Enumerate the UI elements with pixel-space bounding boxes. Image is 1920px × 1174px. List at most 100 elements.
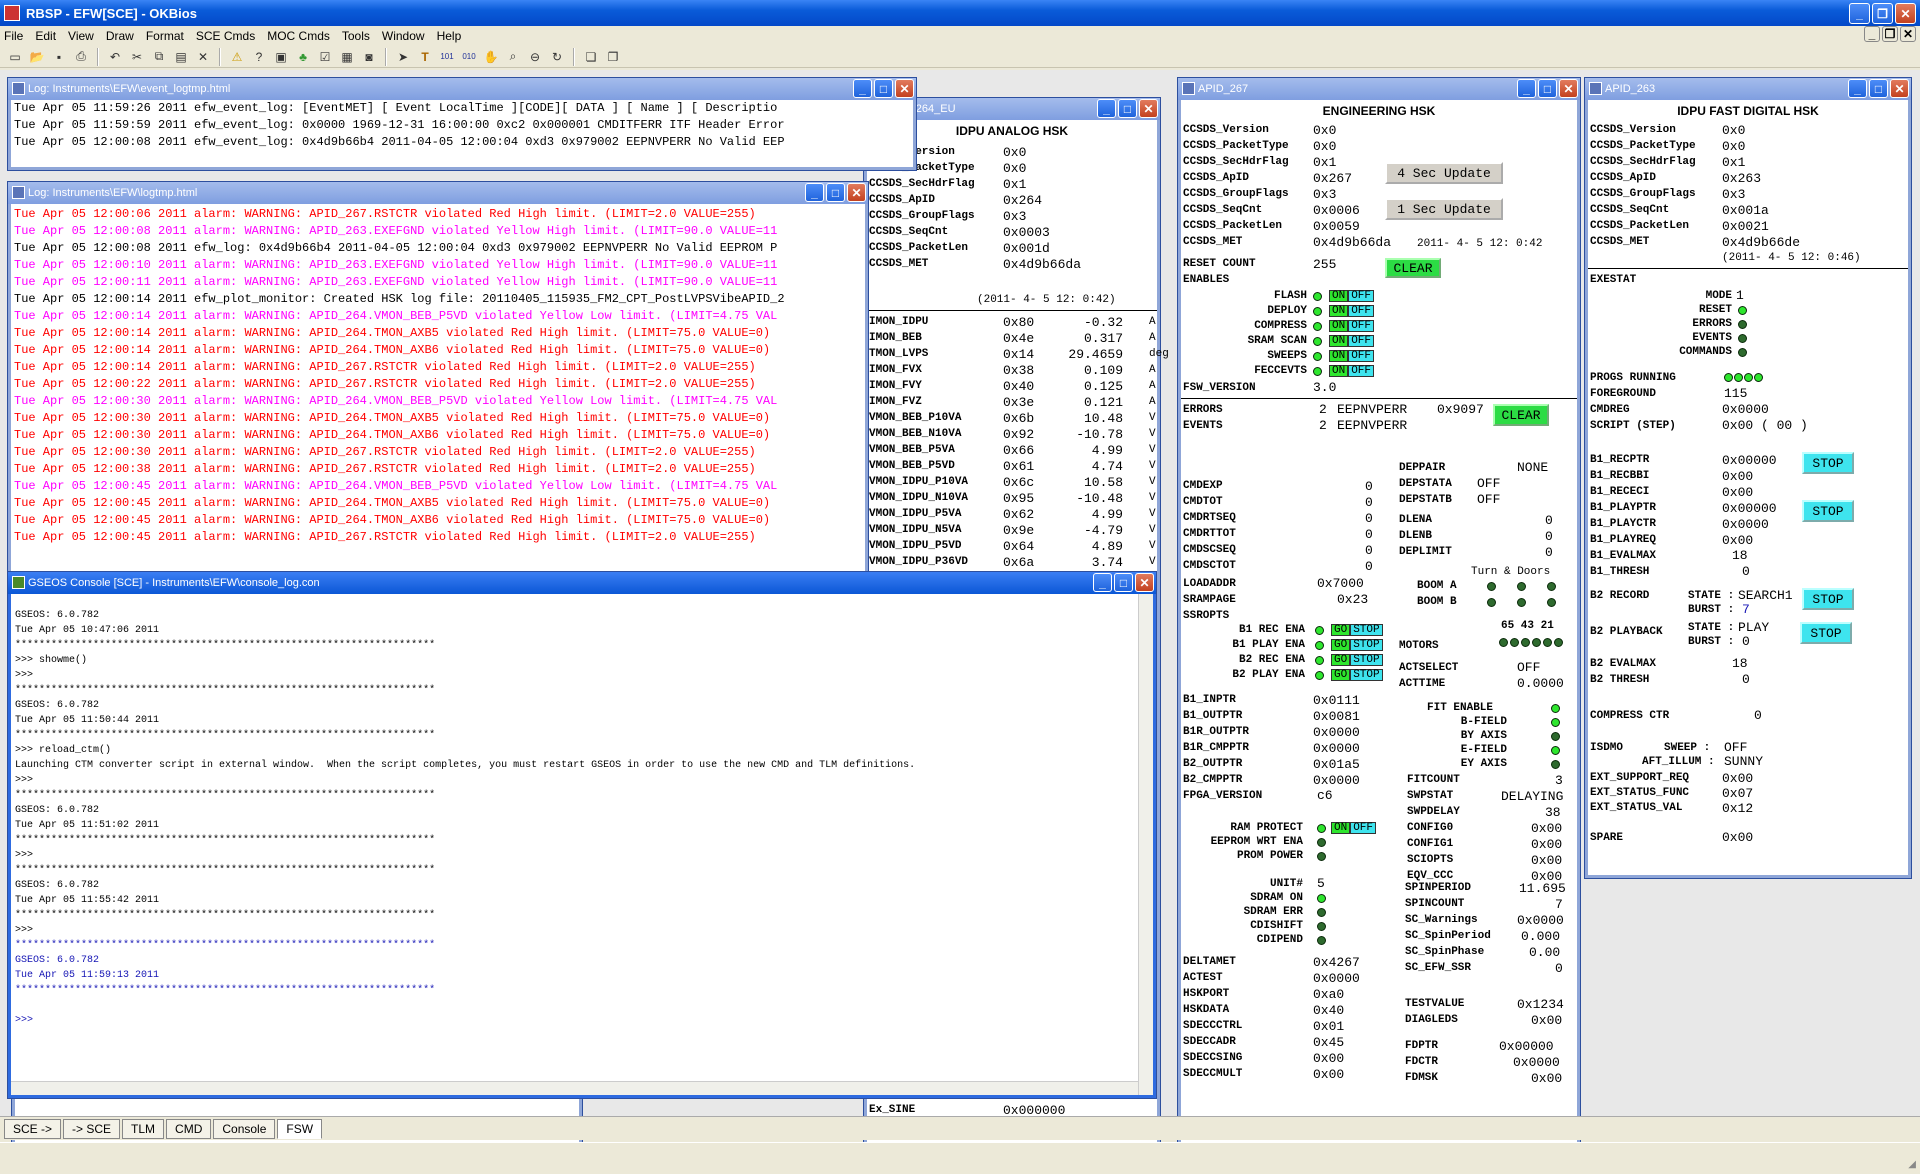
go-button[interactable]: GO: [1331, 669, 1351, 681]
stop-button[interactable]: STOP: [1350, 669, 1383, 681]
minimize-icon[interactable]: _: [805, 183, 824, 202]
on-off-toggle[interactable]: ON OFF: [1329, 365, 1375, 377]
on-button[interactable]: ON: [1329, 335, 1349, 347]
tab-sce-out[interactable]: SCE ->: [4, 1119, 62, 1139]
menu-window[interactable]: Window: [382, 29, 425, 43]
mdi-restore-icon[interactable]: ❐: [1882, 26, 1898, 42]
tab-sce-in[interactable]: -> SCE: [63, 1119, 121, 1139]
paste-icon[interactable]: ▤: [172, 48, 190, 66]
save-icon[interactable]: ▪: [50, 48, 68, 66]
go-stop-toggle[interactable]: GO STOP: [1331, 624, 1383, 636]
b1-rec-stop-button[interactable]: STOP: [1802, 452, 1854, 474]
off-button[interactable]: OFF: [1348, 290, 1375, 302]
zoom-icon[interactable]: ⌕: [504, 48, 522, 66]
stop-button[interactable]: STOP: [1350, 624, 1383, 636]
b1-play-stop-button[interactable]: STOP: [1802, 500, 1854, 522]
open-icon[interactable]: 📂: [28, 48, 46, 66]
go-stop-toggle[interactable]: GO STOP: [1331, 639, 1383, 651]
close-icon[interactable]: ✕: [847, 183, 866, 202]
close-icon[interactable]: ✕: [1139, 99, 1158, 118]
go-button[interactable]: GO: [1331, 639, 1351, 651]
minimize-icon[interactable]: _: [1848, 79, 1867, 98]
off-button[interactable]: OFF: [1348, 350, 1375, 362]
go-button[interactable]: GO: [1331, 654, 1351, 666]
console-horizontal-scrollbar[interactable]: [11, 1081, 1138, 1095]
copy-icon[interactable]: ⧉: [150, 48, 168, 66]
maximize-icon[interactable]: □: [1118, 99, 1137, 118]
delete-icon[interactable]: ✕: [194, 48, 212, 66]
menu-edit[interactable]: Edit: [35, 29, 56, 43]
restore-icon[interactable]: ❐: [1872, 3, 1893, 24]
tile-icon[interactable]: ❐: [604, 48, 622, 66]
go-stop-toggle[interactable]: GO STOP: [1331, 654, 1383, 666]
text-icon[interactable]: T: [416, 48, 434, 66]
on-off-toggle[interactable]: ON OFF: [1329, 290, 1375, 302]
resize-grip-icon[interactable]: ◢: [1908, 1159, 1916, 1170]
four-sec-update-button[interactable]: 4 Sec Update: [1385, 162, 1503, 184]
print-icon[interactable]: ⎙: [72, 48, 90, 66]
cut-icon[interactable]: ✂: [128, 48, 146, 66]
on-button[interactable]: ON: [1329, 320, 1349, 332]
on-button[interactable]: ON: [1331, 822, 1351, 834]
menu-format[interactable]: Format: [146, 29, 184, 43]
mdi-close-icon[interactable]: ✕: [1900, 26, 1916, 42]
chart-icon[interactable]: ▦: [338, 48, 356, 66]
off-button[interactable]: OFF: [1348, 365, 1375, 377]
tab-tlm[interactable]: TLM: [122, 1119, 165, 1139]
close-icon[interactable]: ✕: [1890, 79, 1909, 98]
ok-icon[interactable]: ◙: [360, 48, 378, 66]
maximize-icon[interactable]: □: [1869, 79, 1888, 98]
on-off-toggle[interactable]: ON OFF: [1329, 305, 1375, 317]
minimize-icon[interactable]: _: [1093, 573, 1112, 592]
b2-play-stop-button[interactable]: STOP: [1800, 622, 1852, 644]
close-icon[interactable]: ✕: [895, 79, 914, 98]
tab-cmd[interactable]: CMD: [166, 1119, 212, 1139]
menu-tools[interactable]: Tools: [342, 29, 370, 43]
on-off-toggle[interactable]: ON OFF: [1329, 335, 1375, 347]
off-button[interactable]: OFF: [1348, 305, 1375, 317]
stop-button[interactable]: STOP: [1350, 639, 1383, 651]
console-output[interactable]: GSEOS: 6.0.782 Tue Apr 05 10:47:06 2011 **…: [11, 594, 1153, 1094]
close-icon[interactable]: ✕: [1895, 3, 1916, 24]
menu-moc-cmds[interactable]: MOC Cmds: [267, 29, 330, 43]
zoom-out-icon[interactable]: ⊖: [526, 48, 544, 66]
one-sec-update-button[interactable]: 1 Sec Update: [1385, 198, 1503, 220]
menu-help[interactable]: Help: [437, 29, 462, 43]
menu-file[interactable]: File: [4, 29, 23, 43]
help-icon[interactable]: ?: [250, 48, 268, 66]
menu-sce-cmds[interactable]: SCE Cmds: [196, 29, 255, 43]
minimize-icon[interactable]: _: [1097, 99, 1116, 118]
off-button[interactable]: OFF: [1350, 822, 1377, 834]
b2-rec-stop-button[interactable]: STOP: [1802, 588, 1854, 610]
rotate-icon[interactable]: ↻: [548, 48, 566, 66]
undo-icon[interactable]: ↶: [106, 48, 124, 66]
stop-button[interactable]: STOP: [1350, 654, 1383, 666]
tree-icon[interactable]: ♣: [294, 48, 312, 66]
on-off-toggle[interactable]: ON OFF: [1329, 320, 1375, 332]
minimize-icon[interactable]: _: [1517, 79, 1536, 98]
cascade-icon[interactable]: ❏: [582, 48, 600, 66]
tab-fsw[interactable]: FSW: [277, 1119, 323, 1139]
on-button[interactable]: ON: [1329, 290, 1349, 302]
minimize-icon[interactable]: _: [1849, 3, 1870, 24]
window-icon[interactable]: ▣: [272, 48, 290, 66]
off-button[interactable]: OFF: [1348, 320, 1375, 332]
warning-icon[interactable]: ⚠: [228, 48, 246, 66]
on-button[interactable]: ON: [1329, 305, 1349, 317]
check-icon[interactable]: ☑: [316, 48, 334, 66]
binary-icon[interactable]: 101: [438, 48, 456, 66]
close-icon[interactable]: ✕: [1135, 573, 1154, 592]
go-stop-toggle[interactable]: GO STOP: [1331, 669, 1383, 681]
new-icon[interactable]: ▭: [6, 48, 24, 66]
tab-console[interactable]: Console: [213, 1119, 276, 1139]
clear-reset-button[interactable]: CLEAR: [1385, 258, 1441, 278]
on-off-toggle[interactable]: ON OFF: [1329, 350, 1375, 362]
pointer-icon[interactable]: ➤: [394, 48, 412, 66]
minimize-icon[interactable]: _: [853, 79, 872, 98]
console-vertical-scrollbar[interactable]: [1138, 594, 1153, 1095]
hand-icon[interactable]: ✋: [482, 48, 500, 66]
ram-protect-toggle[interactable]: ON OFF: [1331, 822, 1377, 834]
maximize-icon[interactable]: □: [1538, 79, 1557, 98]
binary2-icon[interactable]: 010: [460, 48, 478, 66]
maximize-icon[interactable]: □: [874, 79, 893, 98]
